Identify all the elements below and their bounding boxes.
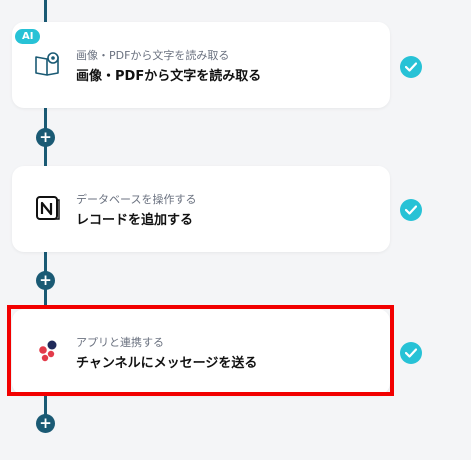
flow-step-card[interactable]: データベースを操作する レコードを追加する bbox=[12, 166, 390, 252]
flow-step-card[interactable]: アプリと連携する チャンネルにメッセージを送る bbox=[12, 309, 390, 395]
check-icon bbox=[400, 342, 422, 364]
add-step-button[interactable]: + bbox=[36, 271, 55, 290]
add-step-button[interactable]: + bbox=[36, 128, 55, 147]
check-icon bbox=[400, 56, 422, 78]
check-icon bbox=[400, 199, 422, 221]
step-title: チャンネルにメッセージを送る bbox=[76, 356, 258, 371]
step-title: レコードを追加する bbox=[76, 213, 194, 228]
step-subtitle: アプリと連携する bbox=[76, 336, 164, 349]
ai-badge: AI bbox=[15, 29, 41, 44]
flow-connector bbox=[44, 0, 47, 22]
book-ocr-icon bbox=[32, 48, 64, 80]
app-dots-icon bbox=[32, 335, 64, 367]
step-subtitle: 画像・PDFから文字を読み取る bbox=[76, 49, 230, 62]
step-subtitle: データベースを操作する bbox=[76, 193, 197, 206]
flow-step-card[interactable]: 画像・PDFから文字を読み取る 画像・PDFから文字を読み取る bbox=[12, 22, 390, 108]
step-title: 画像・PDFから文字を読み取る bbox=[76, 69, 262, 84]
add-step-button[interactable]: + bbox=[36, 414, 55, 433]
flow-canvas: + + + AI 画像・PDFから文字を読み取る 画像・PDFから文字を読み取る… bbox=[0, 0, 471, 460]
notion-logo-icon bbox=[32, 192, 64, 224]
